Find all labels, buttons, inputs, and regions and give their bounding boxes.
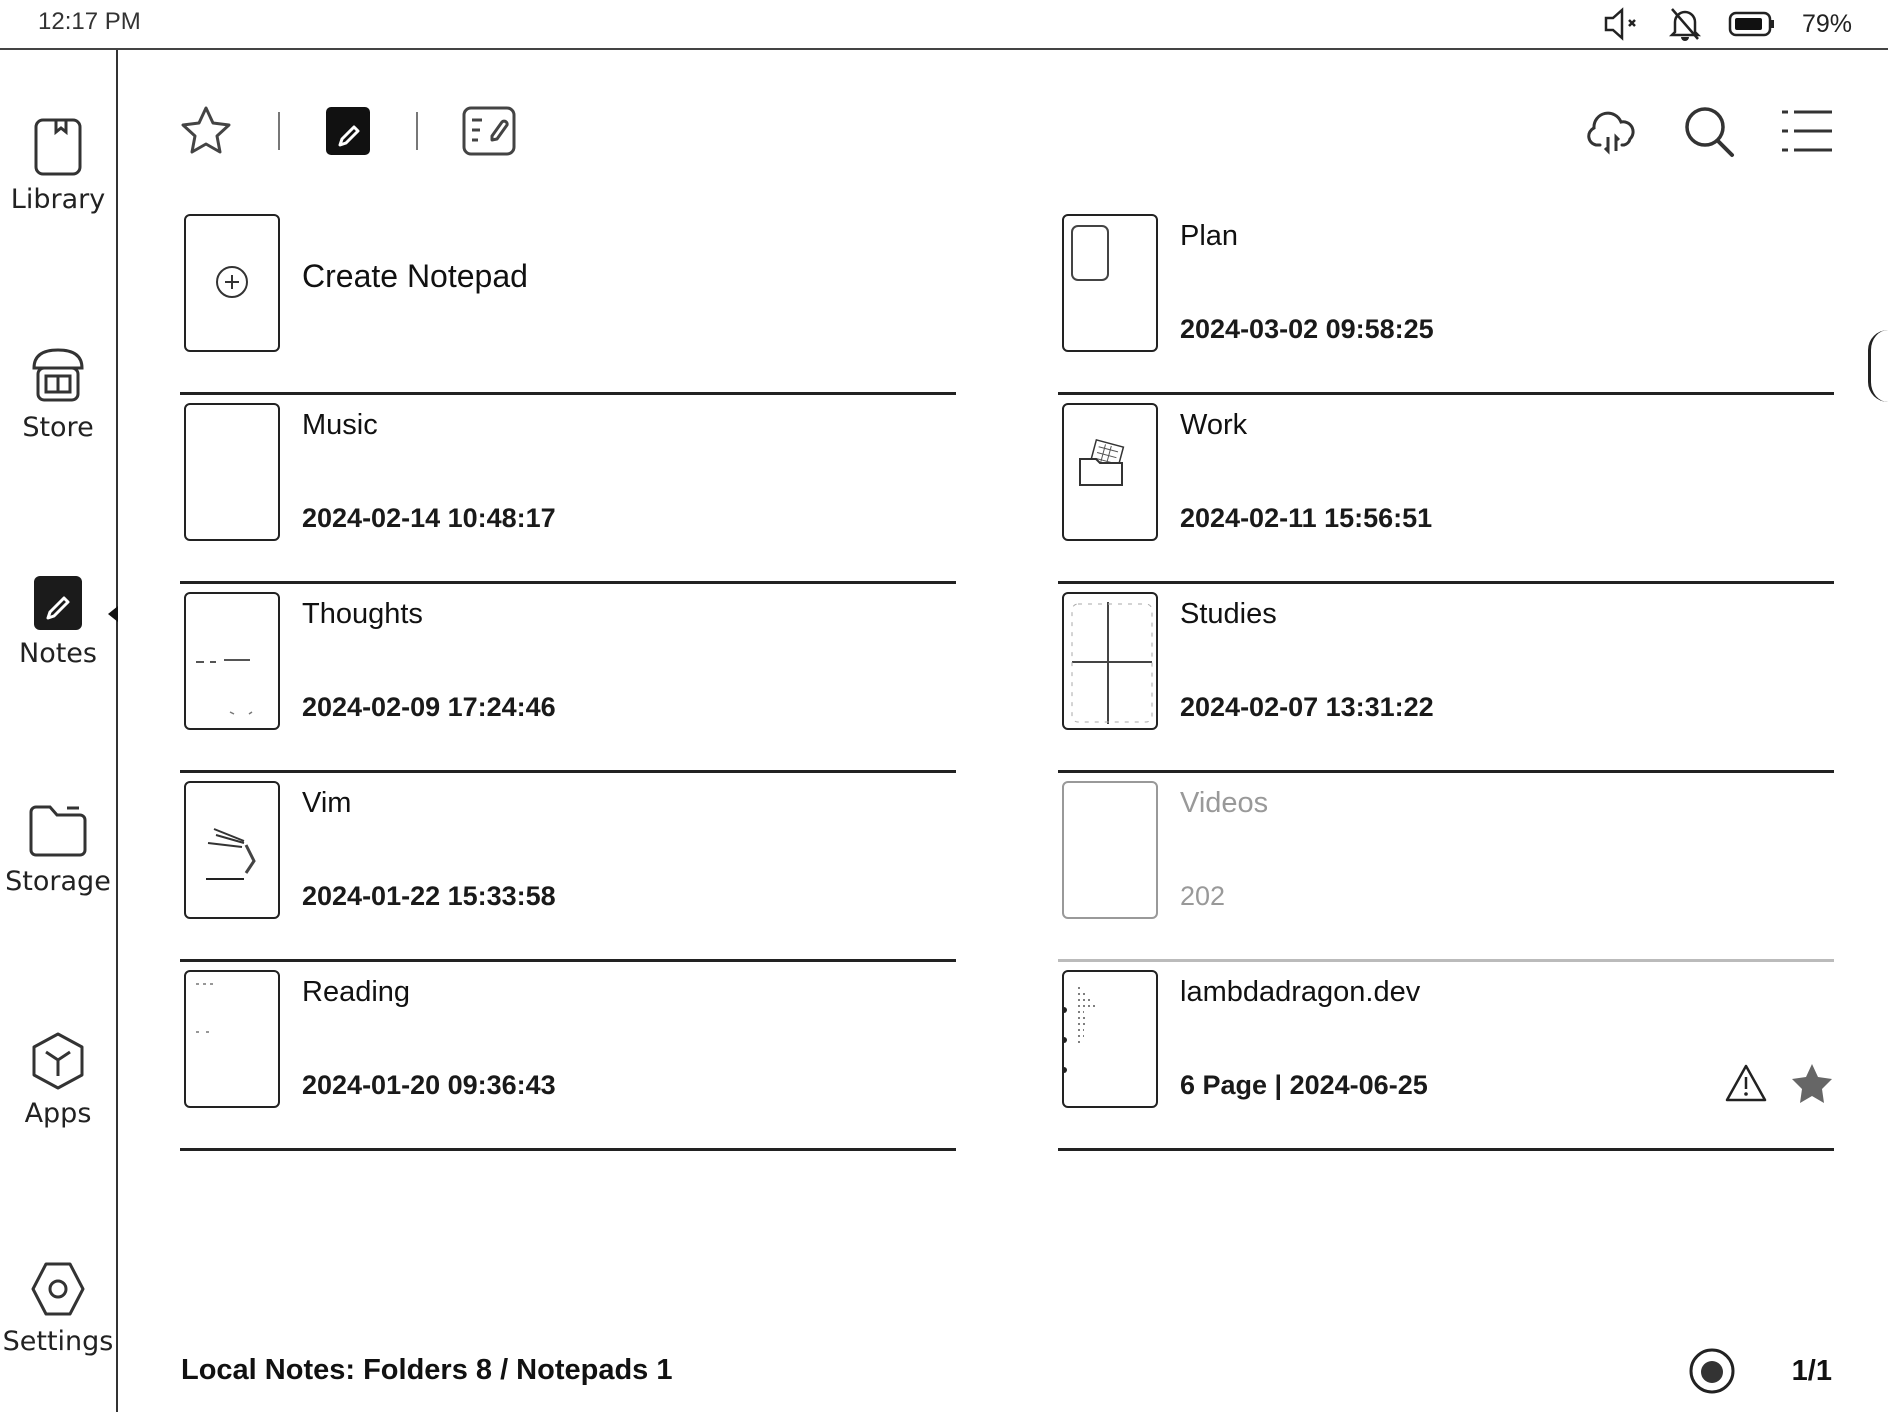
item-title: Thoughts [302, 598, 423, 630]
folder-thumbnail [184, 592, 280, 730]
toolbar-actions [1584, 104, 1834, 158]
list-menu-icon[interactable] [1780, 106, 1834, 156]
notes-summary: Local Notes: Folders 8 / Notepads 1 [181, 1354, 673, 1386]
item-badges [1724, 1062, 1834, 1104]
notepad-thumbnail [1062, 970, 1158, 1108]
item-date: 2024-02-09 17:24:46 [302, 692, 556, 722]
sidebar-item-store[interactable]: Store [0, 346, 116, 443]
page-sketch-icon [196, 659, 253, 715]
item-date: 2024-01-22 15:33:58 [302, 881, 556, 911]
item-title: Studies [1180, 598, 1277, 630]
status-bar: 12:17 PM 79% [0, 0, 1888, 50]
battery-icon [1728, 11, 1774, 37]
side-drawer-handle[interactable] [1868, 330, 1888, 402]
item-title: lambdadragon.dev [1180, 976, 1421, 1008]
toolbar-divider [416, 112, 418, 150]
sidebar-item-notes[interactable]: Notes [0, 574, 118, 669]
folder-thumbnail [1062, 592, 1158, 730]
notes-view-tabs [178, 104, 516, 158]
page-sketch-icon [196, 983, 216, 1033]
apps-cube-icon [32, 1032, 84, 1090]
folder-item[interactable]: Reading 2024-01-20 09:36:43 [180, 962, 956, 1151]
book-icon [34, 118, 82, 176]
grid-sketch-icon [1071, 602, 1153, 724]
item-date: 2024-02-11 15:56:51 [1180, 503, 1433, 533]
folder-item[interactable]: Music 2024-02-14 10:48:17 [180, 395, 956, 584]
handwriting-preview-icon [1064, 987, 1096, 1073]
status-icons: 79% [1602, 6, 1852, 42]
sidebar-item-label: Settings [2, 1326, 114, 1357]
sidebar-item-label: Storage [5, 866, 111, 897]
item-title: Reading [302, 976, 411, 1008]
folder-item[interactable]: Thoughts 2024-02-09 17:24:46 [180, 584, 956, 773]
item-date: 2024-02-07 13:31:22 [1180, 692, 1434, 722]
folder-documents-icon [1079, 438, 1125, 486]
notifications-off-icon [1668, 8, 1701, 41]
page-sketch-icon [1071, 225, 1109, 281]
sidebar-item-label: Store [22, 412, 94, 443]
sidebar-item-label: Notes [19, 638, 97, 669]
folder-item[interactable]: Videos 202 [1058, 773, 1834, 962]
notepad-item[interactable]: lambdadragon.dev 6 Page | 2024-06-25 [1058, 962, 1834, 1151]
pen-notebook-icon[interactable] [324, 105, 372, 157]
list-pen-icon[interactable] [462, 106, 516, 156]
folder-icon [29, 805, 87, 857]
item-title: Plan [1180, 220, 1239, 252]
folder-item[interactable]: Plan 2024-03-02 09:58:25 [1058, 206, 1834, 395]
folder-item[interactable]: Vim 2024-01-22 15:33:58 [180, 773, 956, 962]
folder-thumbnail [1062, 403, 1158, 541]
sidebar-item-storage[interactable]: Storage [0, 802, 116, 897]
folder-thumbnail [184, 403, 280, 541]
item-date: 2024-02-14 10:48:17 [302, 503, 556, 533]
toolbar-divider [278, 112, 280, 150]
add-circle-icon [216, 266, 248, 298]
star-filled-icon[interactable] [1790, 1062, 1834, 1104]
footer-controls: 1/1 [1688, 1346, 1832, 1396]
page-indicator: 1/1 [1791, 1354, 1832, 1387]
sidebar-item-label: Apps [24, 1098, 92, 1129]
folder-thumbnail [184, 970, 280, 1108]
mute-icon [1604, 7, 1636, 41]
item-title: Work [1180, 409, 1248, 441]
sidebar: Library Store Notes Storage Apps Setting… [0, 50, 118, 1412]
folder-thumbnail [184, 781, 280, 919]
item-title: Videos [1180, 787, 1269, 819]
item-date: 202 [1180, 881, 1226, 911]
gear-hexagon-icon [31, 1262, 85, 1316]
store-icon [32, 348, 84, 402]
item-title: Vim [302, 787, 352, 819]
item-date: 2024-03-02 09:58:25 [1180, 314, 1434, 344]
item-date: 2024-01-20 09:36:43 [302, 1070, 556, 1100]
folder-item[interactable]: Studies 2024-02-07 13:31:22 [1058, 584, 1834, 773]
folder-thumbnail [1062, 781, 1158, 919]
create-thumbnail [184, 214, 280, 352]
warning-icon[interactable] [1724, 1063, 1768, 1103]
hand-sketch-icon [206, 828, 256, 880]
create-notepad-button[interactable]: Create Notepad [180, 206, 956, 395]
active-indicator [108, 606, 118, 622]
refresh-toggle-icon[interactable] [1688, 1346, 1736, 1396]
folder-item[interactable]: Work 2024-02-11 15:56:51 [1058, 395, 1834, 584]
star-icon[interactable] [178, 104, 234, 158]
folder-thumbnail [1062, 214, 1158, 352]
battery-percent: 79% [1801, 9, 1852, 38]
sidebar-item-settings[interactable]: Settings [0, 1258, 116, 1357]
cloud-sync-icon[interactable] [1584, 105, 1640, 157]
item-meta: 6 Page | 2024-06-25 [1180, 1070, 1428, 1100]
create-notepad-label: Create Notepad [302, 258, 528, 294]
item-title: Music [302, 409, 378, 441]
search-icon[interactable] [1682, 104, 1738, 158]
notes-pen-icon [34, 576, 82, 630]
sidebar-item-library[interactable]: Library [0, 116, 116, 215]
status-time: 12:17 PM [38, 8, 141, 35]
sidebar-item-label: Library [10, 184, 106, 215]
sidebar-item-apps[interactable]: Apps [0, 1030, 116, 1129]
